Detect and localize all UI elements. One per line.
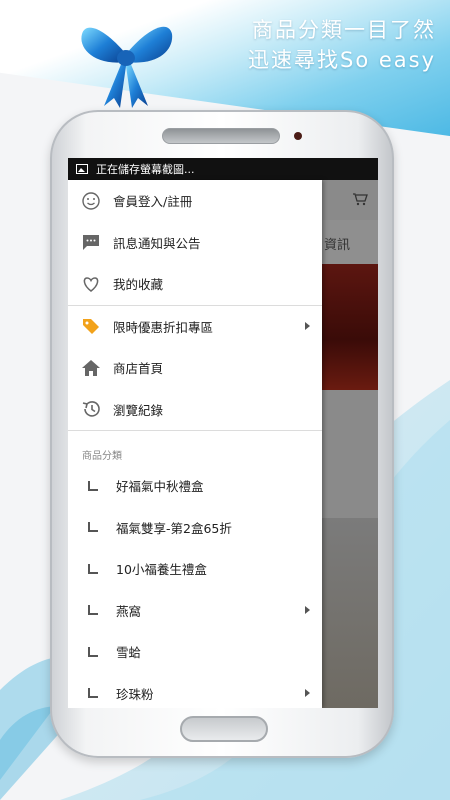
menu-item-login[interactable]: 會員登入/註冊 (68, 180, 322, 222)
menu-item-notifications[interactable]: 訊息通知與公告 (68, 222, 322, 264)
status-text: 正在儲存螢幕截圖... (96, 163, 195, 176)
promo-headline-1: 商品分類一目了然 (252, 18, 436, 42)
menu-item-label: 商店首頁 (113, 361, 164, 377)
phone-frame: 正在儲存螢幕截圖... 資訊 會員登入/註冊 訊息通知與公告 我的收藏 限時優惠… (50, 110, 394, 758)
category-label: 珍珠粉 (116, 686, 154, 702)
category-item[interactable]: 福氣雙享-第2盒65折 (68, 507, 322, 549)
subitem-l-icon (88, 480, 98, 491)
menu-item-promotions[interactable]: 限時優惠折扣專區 (68, 306, 322, 348)
cart-icon[interactable] (352, 192, 368, 210)
app-bar (322, 180, 378, 220)
home-icon (80, 357, 102, 379)
subitem-l-icon (88, 563, 98, 574)
navigation-drawer: 會員登入/註冊 訊息通知與公告 我的收藏 限時優惠折扣專區 商店首頁 瀏覽紀錄 … (68, 180, 322, 708)
menu-item-history[interactable]: 瀏覽紀錄 (68, 389, 322, 431)
product-banner-3 (322, 518, 378, 708)
category-label: 10小福養生禮盒 (116, 562, 207, 578)
phone-speaker (162, 128, 280, 144)
menu-item-label: 會員登入/註冊 (113, 194, 193, 210)
tag-icon (80, 315, 102, 337)
phone-camera (294, 132, 302, 140)
history-icon (80, 398, 102, 420)
category-item[interactable]: 珍珠粉 (68, 673, 322, 709)
category-label: 福氣雙享-第2盒65折 (116, 520, 232, 536)
product-banner-2 (322, 390, 378, 518)
subitem-l-icon (88, 605, 98, 616)
subitem-l-icon (88, 646, 98, 657)
menu-item-store-home[interactable]: 商店首頁 (68, 347, 322, 389)
chevron-right-icon (305, 689, 310, 698)
chat-icon (80, 231, 102, 253)
heart-icon (80, 273, 102, 295)
category-label: 好福氣中秋禮盒 (116, 479, 204, 495)
phone-screen: 正在儲存螢幕截圖... 資訊 會員登入/註冊 訊息通知與公告 我的收藏 限時優惠… (68, 158, 378, 708)
section-label-categories: 商品分類 (82, 451, 122, 462)
menu-item-label: 我的收藏 (113, 277, 164, 293)
app-tab-label: 資訊 (324, 238, 351, 253)
subitem-l-icon (88, 522, 98, 533)
menu-item-label: 瀏覽紀錄 (113, 402, 164, 418)
promo-headline-2: 迅速尋找So easy (247, 48, 436, 72)
category-item[interactable]: 10小福養生禮盒 (68, 548, 322, 590)
product-banner-1 (322, 264, 378, 390)
category-label: 雪蛤 (116, 645, 142, 661)
ribbon-bow-icon (81, 26, 173, 108)
category-item[interactable]: 燕窩 (68, 590, 322, 632)
status-bar: 正在儲存螢幕截圖... (68, 158, 378, 180)
menu-item-label: 限時優惠折扣專區 (113, 319, 214, 335)
category-item[interactable]: 雪蛤 (68, 631, 322, 673)
chevron-right-icon (305, 322, 310, 331)
smiley-icon (80, 190, 102, 212)
menu-item-label: 訊息通知與公告 (113, 235, 201, 251)
menu-item-favorites[interactable]: 我的收藏 (68, 263, 322, 305)
category-label: 燕窩 (116, 603, 142, 619)
phone-home-button[interactable] (180, 716, 268, 742)
image-icon (76, 164, 88, 174)
chevron-right-icon (305, 606, 310, 615)
category-item[interactable]: 好福氣中秋禮盒 (68, 465, 322, 507)
subitem-l-icon (88, 688, 98, 699)
